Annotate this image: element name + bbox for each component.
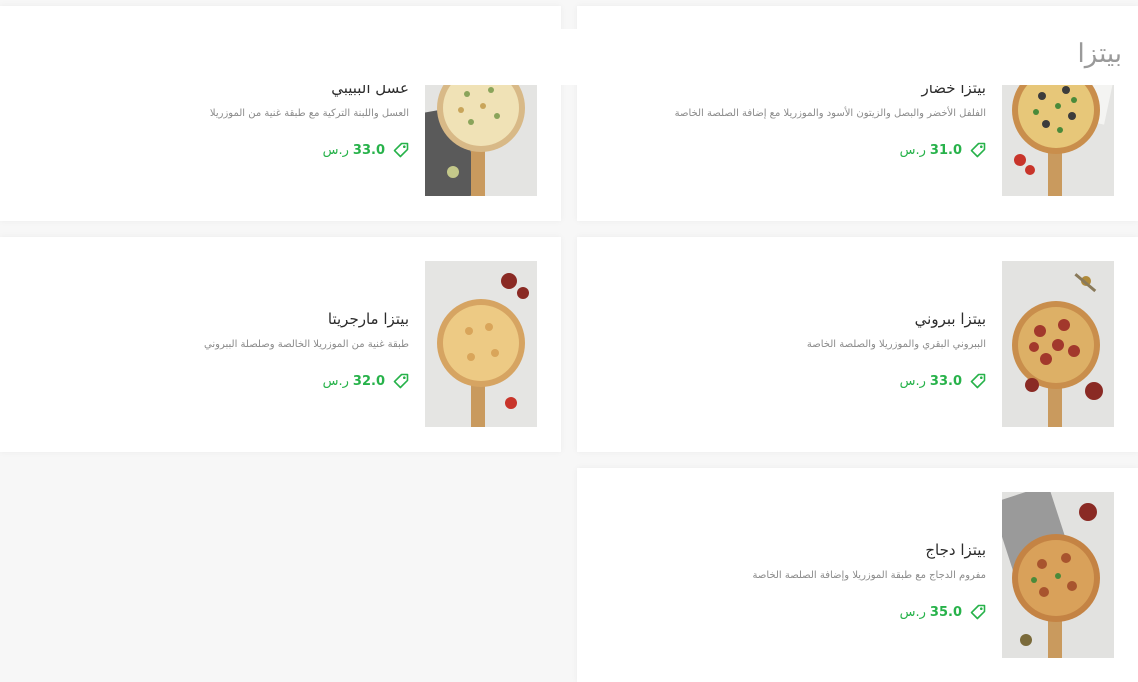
menu-item-info: بيتزا مارجريتا طبقة غنية من الموزريلا ال… xyxy=(20,261,409,390)
pizza-image xyxy=(425,261,537,427)
section-title: بيتزا xyxy=(1077,39,1122,69)
menu-item-price: 33.0ر.س xyxy=(899,373,962,389)
menu-item-info: بيتزا دجاج مفروم الدجاج مع طبقة الموزريل… xyxy=(597,492,986,621)
price-row: 33.0ر.س xyxy=(597,372,986,390)
menu-item-price: 35.0ر.س xyxy=(899,604,962,620)
menu-item-price: 31.0ر.س xyxy=(899,142,962,158)
price-row: 31.0ر.س xyxy=(597,141,986,159)
pizza-image xyxy=(1002,261,1114,427)
tag-icon xyxy=(970,604,986,620)
menu-item-info: بيتزا ببروني الببروني البقري والموزريلا … xyxy=(597,261,986,390)
price-row: 33.0ر.س xyxy=(20,141,409,159)
tag-icon xyxy=(393,373,409,389)
tag-icon xyxy=(970,142,986,158)
menu-item-name: بيتزا ببروني xyxy=(914,310,986,328)
menu-item-card[interactable]: بيتزا دجاج مفروم الدجاج مع طبقة الموزريل… xyxy=(577,468,1138,682)
tag-icon xyxy=(970,373,986,389)
menu-item-price: 32.0ر.س xyxy=(322,373,385,389)
price-row: 32.0ر.س xyxy=(20,372,409,390)
menu-item-description: الفلفل الأخضر والبصل والزيتون الأسود وال… xyxy=(674,108,986,119)
pizza-image xyxy=(1002,492,1114,658)
menu-item-card[interactable]: بيتزا ببروني الببروني البقري والموزريلا … xyxy=(577,237,1138,452)
menu-item-description: مفروم الدجاج مع طبقة الموزريلا وإضافة ال… xyxy=(752,570,986,581)
section-header: بيتزا xyxy=(0,29,1138,85)
tag-icon xyxy=(393,142,409,158)
menu-item-description: طبقة غنية من الموزريلا الخالصة وصلصلة ال… xyxy=(204,339,409,350)
menu-item-name: بيتزا دجاج xyxy=(925,541,986,559)
menu-item-description: الببروني البقري والموزريلا والصلصة الخاص… xyxy=(806,339,986,350)
menu-page: بيتزا خضار الفلفل الأخضر والبصل والزيتون… xyxy=(0,0,1138,682)
price-row: 35.0ر.س xyxy=(597,603,986,621)
menu-item-description: العسل واللبنة التركية مع طبقة غنية من ال… xyxy=(209,108,409,119)
menu-item-name: بيتزا مارجريتا xyxy=(327,310,409,328)
menu-item-price: 33.0ر.س xyxy=(322,142,385,158)
menu-item-card[interactable]: بيتزا مارجريتا طبقة غنية من الموزريلا ال… xyxy=(0,237,561,452)
